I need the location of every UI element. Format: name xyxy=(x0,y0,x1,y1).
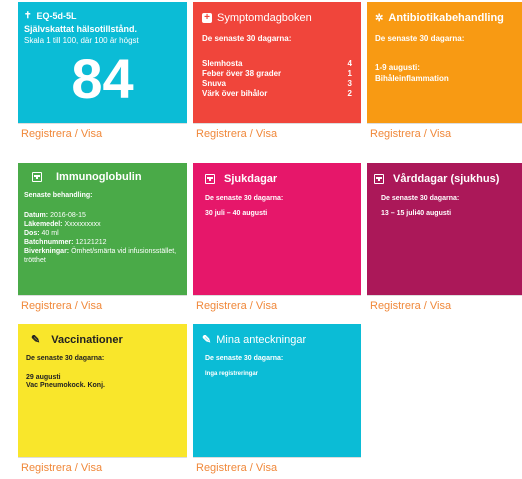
symptom-title: Symptomdagboken xyxy=(217,12,312,24)
sjuk-title: Sjukdagar xyxy=(224,173,278,185)
vacc-name: Vac Pneumokock. Konj. xyxy=(26,382,105,389)
eq5d-register-link[interactable]: Registrera / Visa xyxy=(18,123,187,144)
pencil-icon: ✎ xyxy=(202,334,212,346)
calendar-icon xyxy=(374,174,384,184)
sjuk-panel: Sjukdagar De senaste 30 dagarna: 30 juli… xyxy=(193,163,361,295)
sjuk-register-link[interactable]: Registrera / Visa xyxy=(193,295,361,316)
vacc-panel: ✎ Vaccinationer De senaste 30 dagarna: 2… xyxy=(18,324,187,457)
antibiotika-date: 1-9 augusti: xyxy=(375,63,420,72)
vard-dates: 13 – 15 juli40 augusti xyxy=(381,210,452,217)
vacc-date: 29 augusti xyxy=(26,374,61,381)
antibiotika-diagnosis: Bihåleinflammation xyxy=(375,74,449,83)
symptom-row: Snuva 3 xyxy=(202,79,352,88)
notes-empty: Inga registreringar xyxy=(205,371,259,377)
vard-register-link[interactable]: Registrera / Visa xyxy=(367,295,522,316)
notes-card: ✎ Mina anteckningar De senaste 30 dagarn… xyxy=(193,324,361,478)
notes-title: Mina anteckningar xyxy=(216,334,307,346)
immuno-field: Dos: 40 ml xyxy=(24,230,59,237)
vard-panel: Vårddagar (sjukhus) De senaste 30 dagarn… xyxy=(367,163,522,295)
symptom-panel: + Symptomdagboken De senaste 30 dagarna:… xyxy=(193,2,361,123)
pencil-icon: ✎ xyxy=(31,334,41,346)
eq5d-card: ✝ EQ-5d-5L Självskattat hälsotillstånd. … xyxy=(18,2,187,144)
vacc-period: De senaste 30 dagarna: xyxy=(26,355,105,362)
immuno-details: Datum: 2016-08-15 Läkemedel: Xxxxxxxxxx … xyxy=(24,211,181,265)
person-icon: ✝ xyxy=(24,10,32,20)
immuno-panel: Immunoglobulin Senaste behandling: Datum… xyxy=(18,163,187,295)
notes-panel: ✎ Mina anteckningar De senaste 30 dagarn… xyxy=(193,324,361,457)
antibiotika-register-link[interactable]: Registrera / Visa xyxy=(367,123,522,144)
antibiotika-card: ✲ Antibiotikabehandling De senaste 30 da… xyxy=(367,2,522,144)
calendar-icon xyxy=(32,172,42,182)
symptom-period: De senaste 30 dagarna: xyxy=(202,34,292,43)
symptom-register-link[interactable]: Registrera / Visa xyxy=(193,123,361,144)
immuno-field: Datum: 2016-08-15 xyxy=(24,212,86,219)
calendar-icon xyxy=(205,174,215,184)
vacc-register-link[interactable]: Registrera / Visa xyxy=(18,457,187,478)
eq5d-scale: Skala 1 till 100, där 100 är högst xyxy=(24,36,139,45)
eq5d-subtitle: Självskattat hälsotillstånd. xyxy=(24,24,138,34)
symptom-row: Värk över bihålor 2 xyxy=(202,89,352,98)
plus-icon: + xyxy=(202,13,212,23)
eq5d-panel: ✝ EQ-5d-5L Självskattat hälsotillstånd. … xyxy=(18,2,187,123)
sjuk-period: De senaste 30 dagarna: xyxy=(205,195,284,202)
immuno-title: Immunoglobulin xyxy=(56,171,142,183)
antibiotika-title: Antibiotikabehandling xyxy=(388,12,504,24)
vard-period: De senaste 30 dagarna: xyxy=(381,195,460,202)
antibiotika-panel: ✲ Antibiotikabehandling De senaste 30 da… xyxy=(367,2,522,123)
pill-icon: ✲ xyxy=(375,12,384,24)
notes-register-link[interactable]: Registrera / Visa xyxy=(193,457,361,478)
symptom-row: Feber över 38 grader 1 xyxy=(202,69,352,78)
sjuk-dates: 30 juli – 40 augusti xyxy=(205,210,268,217)
immuno-card: Immunoglobulin Senaste behandling: Datum… xyxy=(18,163,187,316)
symptom-row: Slemhosta 4 xyxy=(202,59,352,68)
antibiotika-period: De senaste 30 dagarna: xyxy=(375,34,465,43)
immuno-register-link[interactable]: Registrera / Visa xyxy=(18,295,187,316)
immuno-period: Senaste behandling: xyxy=(24,192,93,199)
immuno-field: Batchnummer: 12121212 xyxy=(24,239,107,246)
immuno-field: Biverkningar: Ömhet/smärta vid infusions… xyxy=(24,248,177,264)
vacc-card: ✎ Vaccinationer De senaste 30 dagarna: 2… xyxy=(18,324,187,478)
symptom-list: Slemhosta 4 Feber över 38 grader 1 Snuva 3 … xyxy=(202,59,352,99)
notes-period: De senaste 30 dagarna: xyxy=(205,355,284,362)
eq5d-score: 84 xyxy=(71,47,134,110)
eq5d-title: EQ-5d-5L xyxy=(36,10,77,21)
vard-card: Vårddagar (sjukhus) De senaste 30 dagarn… xyxy=(367,163,522,316)
sjuk-card: Sjukdagar De senaste 30 dagarna: 30 juli… xyxy=(193,163,361,316)
vard-title: Vårddagar (sjukhus) xyxy=(393,173,500,185)
immuno-field: Läkemedel: Xxxxxxxxxx xyxy=(24,221,101,228)
symptom-card: + Symptomdagboken De senaste 30 dagarna:… xyxy=(193,2,361,144)
vacc-title: Vaccinationer xyxy=(51,334,123,346)
